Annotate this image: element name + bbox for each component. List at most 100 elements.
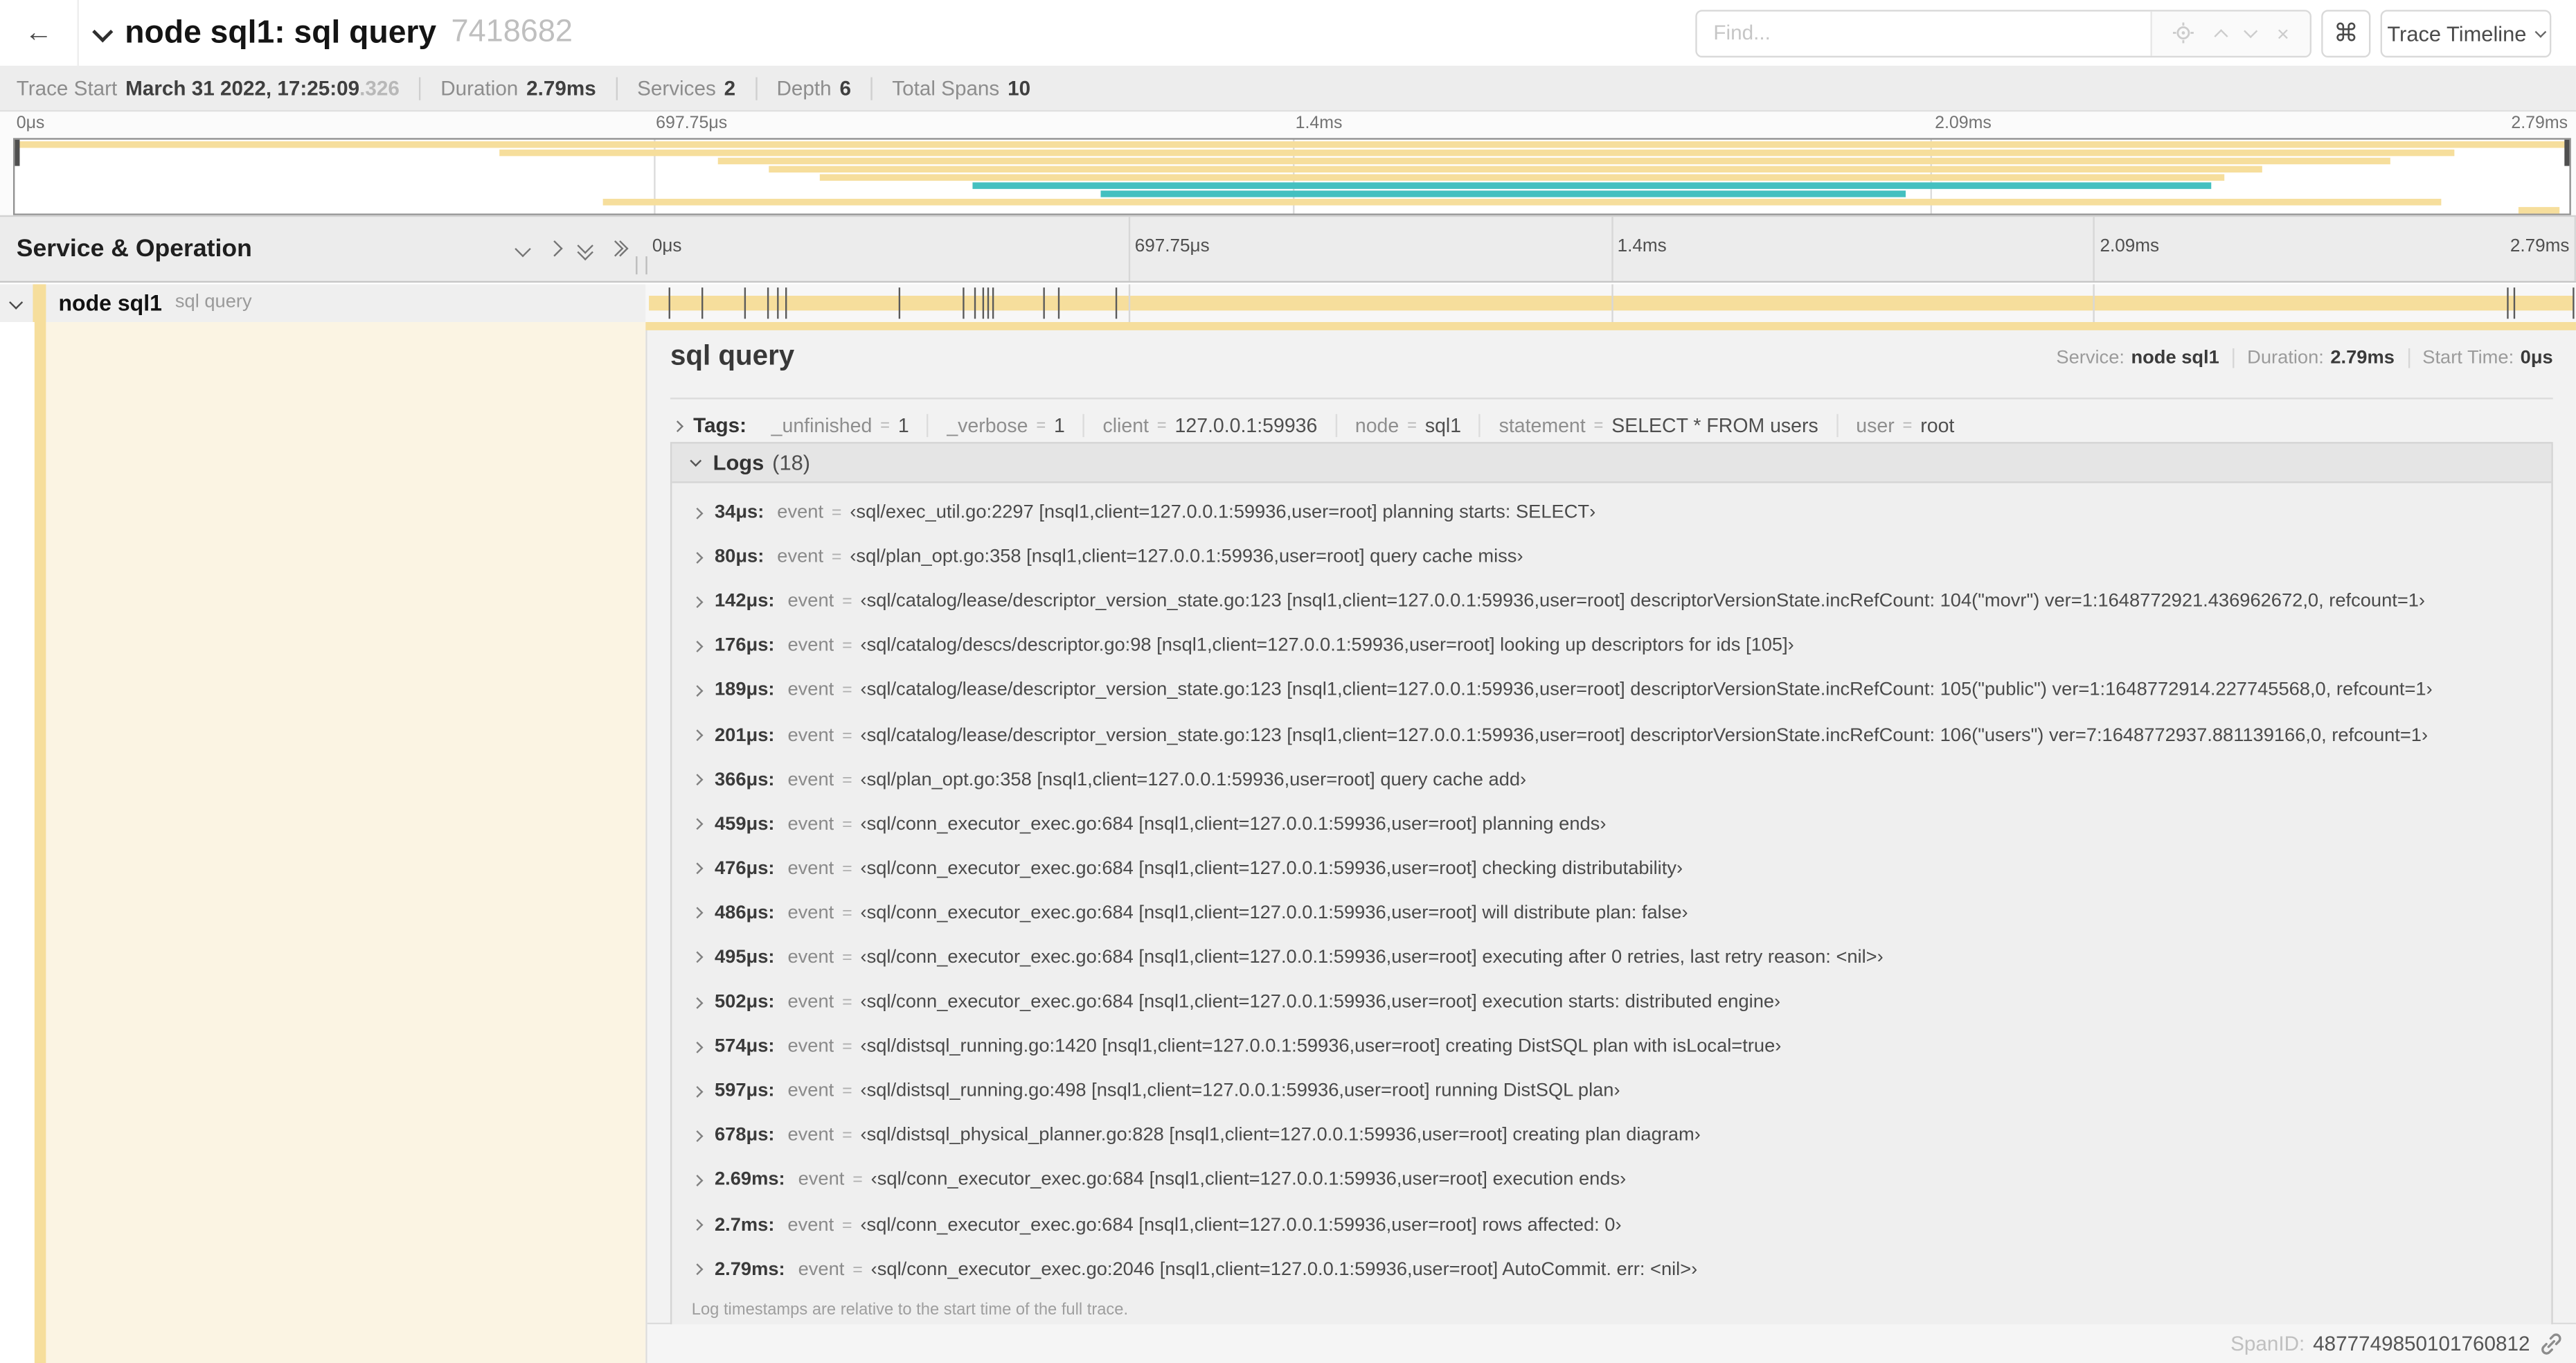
collapse-all-icon[interactable]	[570, 217, 601, 280]
log-row[interactable]: 476μs: event = ‹sql/conn_executor_exec.go:6…	[672, 846, 2551, 891]
span-collapse-icon[interactable]	[0, 294, 33, 308]
minimap-canvas[interactable]	[12, 138, 2571, 215]
collapse-one-icon[interactable]	[508, 217, 539, 280]
trace-title-group: node sql1: sql query 7418682	[92, 0, 573, 66]
minimap-tick-label: 2.09ms	[1935, 113, 1992, 134]
keyboard-shortcuts-button[interactable]: ⌘	[2321, 9, 2371, 57]
log-row[interactable]: 176μs: event = ‹sql/catalog/descs/descripto…	[672, 624, 2551, 668]
log-marker	[987, 286, 990, 319]
tags-row[interactable]: Tags: _unfinished = 1 _verbose = 1 client = 127.…	[670, 409, 2553, 442]
clear-find-icon[interactable]: ×	[2277, 21, 2289, 46]
logs-section: Logs (18) 34μs: event = ‹sql/exec_util.go:2…	[670, 442, 2553, 1333]
log-row[interactable]: 201μs: event = ‹sql/catalog/lease/descripto…	[672, 713, 2551, 758]
log-row[interactable]: 486μs: event = ‹sql/conn_executor_exec.go:6…	[672, 891, 2551, 936]
log-row[interactable]: 189μs: event = ‹sql/catalog/lease/descripto…	[672, 668, 2551, 713]
log-expand-icon	[691, 551, 704, 563]
log-row[interactable]: 678μs: event = ‹sql/distsql_physical_planne…	[672, 1114, 2551, 1158]
tag-pill[interactable]: statement = SELECT * FROM users	[1479, 413, 1836, 438]
log-row[interactable]: 502μs: event = ‹sql/conn_executor_exec.go:6…	[672, 980, 2551, 1024]
expand-all-icon[interactable]	[601, 217, 632, 280]
logs-header[interactable]: Logs (18)	[672, 443, 2552, 483]
tags-list: _unfinished = 1 _verbose = 1 client = 127.0.0.1:…	[753, 411, 1973, 440]
detail-summary-label: Start Time:	[2422, 348, 2514, 368]
log-field-value: ‹sql/conn_executor_exec.go:684 [nsql1,cl…	[860, 992, 1781, 1013]
span-row-timeline-cell[interactable]	[645, 283, 2576, 322]
log-row[interactable]: 142μs: event = ‹sql/catalog/lease/descripto…	[672, 580, 2551, 624]
log-marker	[776, 286, 778, 319]
tag-pill[interactable]: node = sql1	[1335, 413, 1479, 438]
log-row[interactable]: 495μs: event = ‹sql/conn_executor_exec.go:6…	[672, 936, 2551, 980]
log-field-value: ‹sql/conn_executor_exec.go:684 [nsql1,cl…	[860, 859, 1683, 879]
row-gridline	[1611, 283, 1613, 322]
log-timestamp: 34μs:	[714, 503, 764, 523]
viewport-right-scrubber[interactable]	[2564, 139, 2570, 166]
ruler-tick-label: 2.09ms	[2100, 236, 2160, 257]
summary-label: Services	[637, 76, 716, 100]
log-row[interactable]: 597μs: event = ‹sql/distsql_running.go:498 …	[672, 1069, 2551, 1114]
log-marker	[744, 286, 746, 319]
log-expand-icon	[691, 952, 704, 964]
log-expand-icon	[691, 818, 704, 830]
log-row[interactable]: 2.7ms: event = ‹sql/conn_executor_exec.go:6…	[672, 1203, 2551, 1247]
minimap-tick-label: 697.75μs	[656, 113, 728, 134]
detail-left-panel	[46, 321, 646, 1363]
detail-summary-value: 0μs	[2520, 348, 2553, 368]
log-equals: =	[842, 681, 852, 701]
log-expand-icon	[691, 685, 704, 697]
span-operation-name: sql query	[175, 292, 252, 313]
log-field-value: ‹sql/catalog/lease/descriptor_version_st…	[860, 591, 2426, 612]
log-timestamp: 366μs:	[714, 769, 775, 790]
minimap-span	[1100, 190, 1906, 197]
log-row[interactable]: 459μs: event = ‹sql/conn_executor_exec.go:6…	[672, 802, 2551, 846]
log-row[interactable]: 2.79ms: event = ‹sql/conn_executor_exec.go:…	[672, 1247, 2551, 1292]
log-field-name: event	[787, 636, 834, 657]
log-marker	[981, 286, 984, 319]
find-group: ×	[1695, 9, 2311, 57]
log-field-name: event	[777, 503, 824, 523]
expand-one-icon[interactable]	[539, 217, 570, 280]
log-timestamp: 80μs:	[714, 547, 764, 567]
log-field-value: ‹sql/distsql_running.go:498 [nsql1,clien…	[860, 1081, 1620, 1102]
log-equals: =	[842, 725, 852, 745]
span-row-name-cell[interactable]: node sql1 sql query	[0, 283, 646, 322]
summary-value: 2	[724, 76, 736, 100]
prev-match-icon[interactable]	[2214, 26, 2228, 43]
minimap-span	[15, 140, 2570, 148]
log-row[interactable]: 366μs: event = ‹sql/plan_opt.go:358 [nsql1,…	[672, 758, 2551, 802]
view-selector-button[interactable]: Trace Timeline	[2380, 9, 2552, 57]
collapse-trace-icon[interactable]	[92, 18, 114, 48]
log-row[interactable]: 2.69ms: event = ‹sql/conn_executor_exec.go:…	[672, 1158, 2551, 1202]
log-timestamp: 142μs:	[714, 591, 775, 612]
tag-value: sql1	[1424, 413, 1462, 438]
tag-pill[interactable]: client = 127.0.0.1:59936	[1083, 413, 1335, 438]
log-row[interactable]: 80μs: event = ‹sql/plan_opt.go:358 [nsql1,c…	[672, 535, 2551, 579]
detail-color-accent	[34, 321, 47, 1363]
trace-id: 7418682	[451, 15, 573, 50]
minimap-span	[768, 165, 2263, 172]
tag-pill[interactable]: _unfinished = 1	[753, 414, 927, 437]
log-row[interactable]: 574μs: event = ‹sql/distsql_running.go:1420…	[672, 1024, 2551, 1069]
find-input[interactable]	[1697, 10, 2151, 55]
tag-pill[interactable]: _verbose = 1	[927, 413, 1083, 438]
log-expand-icon	[691, 996, 704, 1008]
minimap-tick-label: 2.79ms	[2511, 113, 2568, 134]
locate-icon[interactable]	[2172, 21, 2195, 44]
span-detail-area: sql query Service: node sql1 Duration: 2.79…	[0, 321, 2576, 1363]
next-match-icon[interactable]	[2244, 24, 2259, 39]
tag-value: 1	[897, 413, 909, 438]
log-field-name: event	[798, 1170, 845, 1191]
log-equals: =	[842, 636, 852, 657]
tag-value: root	[1920, 413, 1955, 438]
log-marker	[2507, 286, 2509, 319]
log-row[interactable]: 34μs: event = ‹sql/exec_util.go:2297 [nsql1…	[672, 490, 2551, 535]
log-field-value: ‹sql/conn_executor_exec.go:684 [nsql1,cl…	[860, 903, 1688, 924]
viewport-left-scrubber[interactable]	[15, 139, 20, 166]
detail-divider	[670, 398, 2553, 400]
log-field-name: event	[787, 1125, 834, 1146]
log-timestamp: 201μs:	[714, 725, 775, 745]
log-field-value: ‹sql/distsql_running.go:1420 [nsql1,clie…	[860, 1037, 1782, 1057]
deep-link-icon[interactable]	[2540, 1333, 2563, 1355]
back-button[interactable]: ←	[0, 0, 79, 66]
tag-pill[interactable]: user = root	[1836, 413, 1973, 438]
log-field-name: event	[787, 1081, 834, 1102]
